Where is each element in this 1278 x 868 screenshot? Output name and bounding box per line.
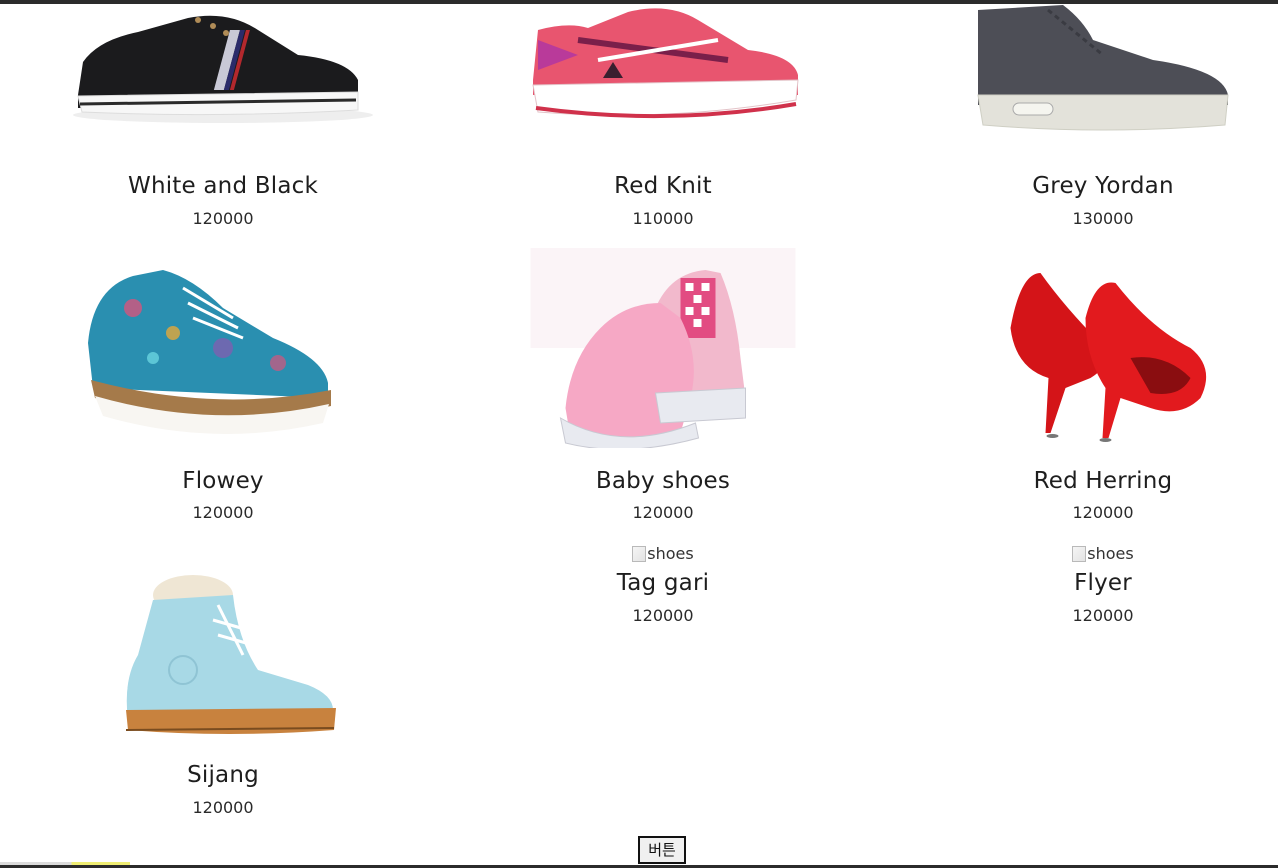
- product-price: 120000: [192, 209, 254, 228]
- product-card[interactable]: Flowey 120000: [3, 248, 443, 528]
- product-title[interactable]: Flowey: [3, 467, 443, 495]
- product-card[interactable]: Red Herring 120000: [883, 248, 1278, 528]
- product-price: 120000: [632, 606, 694, 625]
- broken-image-icon: [1072, 546, 1087, 562]
- product-card[interactable]: Baby shoes 120000: [443, 248, 883, 528]
- image-alt-text: shoes: [647, 544, 694, 563]
- product-price: 120000: [1072, 503, 1134, 522]
- product-card[interactable]: shoes Tag gari 120000: [443, 544, 883, 634]
- product-title[interactable]: Sijang: [3, 761, 443, 789]
- red-heels-image: [1010, 273, 1207, 442]
- sneaker-black-white-image: [73, 15, 373, 123]
- product-card[interactable]: Sijang 120000: [3, 548, 443, 828]
- product-price: 120000: [192, 798, 254, 817]
- product-title[interactable]: Tag gari: [443, 569, 883, 597]
- broken-image-icon: shoes: [443, 544, 883, 564]
- product-title[interactable]: White and Black: [3, 172, 443, 200]
- product-price: 120000: [632, 503, 694, 522]
- product-title[interactable]: Grey Yordan: [883, 172, 1278, 200]
- product-title[interactable]: Baby shoes: [443, 467, 883, 495]
- floral-oxford-image: [88, 270, 331, 434]
- broken-image-icon: [632, 546, 647, 562]
- product-card[interactable]: Grey Yordan 130000: [883, 0, 1278, 240]
- broken-image-icon: shoes: [883, 544, 1278, 564]
- image-alt-text: shoes: [1087, 544, 1134, 563]
- pink-slip-on-image: [530, 248, 796, 448]
- action-button[interactable]: 버튼: [638, 836, 686, 864]
- product-price: 110000: [632, 209, 694, 228]
- product-price: 130000: [1072, 209, 1134, 228]
- product-card[interactable]: White and Black 120000: [3, 0, 443, 240]
- product-price: 120000: [1072, 606, 1134, 625]
- running-shoe-pink-image: [532, 8, 799, 119]
- product-title[interactable]: Red Herring: [883, 467, 1278, 495]
- blue-boot-image: [125, 575, 336, 734]
- product-card[interactable]: Red Knit 110000: [443, 0, 883, 240]
- high-top-grey-image: [977, 5, 1229, 131]
- product-price: 120000: [192, 503, 254, 522]
- product-card[interactable]: shoes Flyer 120000: [883, 544, 1278, 634]
- product-title[interactable]: Flyer: [883, 569, 1278, 597]
- product-title[interactable]: Red Knit: [443, 172, 883, 200]
